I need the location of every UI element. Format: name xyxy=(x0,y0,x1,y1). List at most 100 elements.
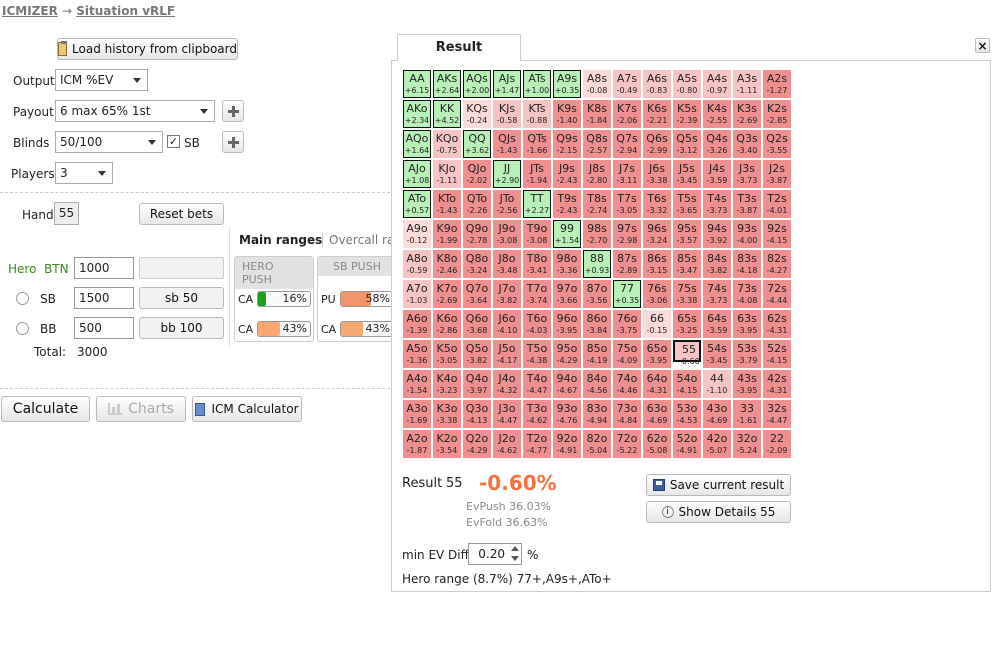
hand-cell[interactable]: 82s -4.27 xyxy=(763,250,791,278)
hand-cell[interactable]: J6s -3.38 xyxy=(643,160,671,188)
add-payout-plus-icon[interactable] xyxy=(222,100,244,122)
hand-cell[interactable]: 53o -4.53 xyxy=(673,400,701,428)
hand-cell[interactable]: 42s -4.31 xyxy=(763,370,791,398)
hand-cell[interactable]: T2o -4.77 xyxy=(523,430,551,458)
min-ev-input[interactable]: 0.20 xyxy=(468,543,522,565)
hand-cell[interactable]: 94s -3.92 xyxy=(703,220,731,248)
hand-cell[interactable]: A7o -1.03 xyxy=(403,280,431,308)
hand-cell[interactable]: AQs +2.00 xyxy=(463,70,491,98)
hand-cell[interactable]: Q5s -3.12 xyxy=(673,130,701,158)
hand-cell[interactable]: Q3s -3.40 xyxy=(733,130,761,158)
hand-cell[interactable]: T2s -4.01 xyxy=(763,190,791,218)
hand-cell[interactable]: 94o -4.67 xyxy=(553,370,581,398)
hand-cell[interactable]: JJ +2.90 xyxy=(493,160,521,188)
hand-cell[interactable]: 72s -4.44 xyxy=(763,280,791,308)
hand-cell[interactable]: 43o -4.69 xyxy=(703,400,731,428)
hand-cell[interactable]: K3s -2.69 xyxy=(733,100,761,128)
hand-cell[interactable]: 87o -3.56 xyxy=(583,280,611,308)
sb-stack-input[interactable]: 1500 xyxy=(74,287,134,309)
hand-cell[interactable]: Q4s -3.26 xyxy=(703,130,731,158)
hand-cell[interactable]: 74s -3.73 xyxy=(703,280,731,308)
breadcrumb-root-link[interactable]: ICMIZER xyxy=(2,4,58,18)
players-select[interactable]: 3 xyxy=(55,162,113,184)
hand-cell[interactable]: J9s -2.43 xyxy=(553,160,581,188)
btn-stack-input[interactable]: 1000 xyxy=(74,257,134,279)
hand-cell[interactable]: KJo -1.11 xyxy=(433,160,461,188)
hand-cell[interactable]: K2o -3.54 xyxy=(433,430,461,458)
hand-cell[interactable]: K7o -2.69 xyxy=(433,280,461,308)
hand-cell[interactable]: KJs -0.58 xyxy=(493,100,521,128)
hand-cell[interactable]: Q6s -2.99 xyxy=(643,130,671,158)
hand-cell[interactable]: T6o -4.03 xyxy=(523,310,551,338)
hand-cell[interactable]: QJs -1.43 xyxy=(493,130,521,158)
hand-cell[interactable]: J7s -3.11 xyxy=(613,160,641,188)
hand-cell[interactable]: T4o -4.47 xyxy=(523,370,551,398)
hand-cell[interactable]: TT +2.27 xyxy=(523,190,551,218)
hand-cell[interactable]: 75o -4.09 xyxy=(613,340,641,368)
hand-cell[interactable]: A7s -0.49 xyxy=(613,70,641,98)
hand-cell[interactable]: K8o -2.46 xyxy=(433,250,461,278)
hand-cell[interactable]: K9o -1.99 xyxy=(433,220,461,248)
save-result-button[interactable]: Save current result xyxy=(646,474,791,496)
hand-cell[interactable]: T8s -2.74 xyxy=(583,190,611,218)
hand-cell[interactable]: K9s -1.40 xyxy=(553,100,581,128)
hand-cell[interactable]: 76o -3.75 xyxy=(613,310,641,338)
hand-cell[interactable]: KTs -0.88 xyxy=(523,100,551,128)
hand-cell[interactable]: 65s -3.25 xyxy=(673,310,701,338)
spinner-up-icon[interactable] xyxy=(511,546,519,551)
sb-radio[interactable] xyxy=(16,292,29,305)
hand-cell[interactable]: A6s -0.83 xyxy=(643,70,671,98)
hand-cell[interactable]: Q9s -2.15 xyxy=(553,130,581,158)
hand-cell[interactable]: 73s -4.08 xyxy=(733,280,761,308)
hand-cell[interactable]: J2o -4.62 xyxy=(493,430,521,458)
hand-cell[interactable]: A3s -1.11 xyxy=(733,70,761,98)
hand-cell[interactable]: AKo +2.34 xyxy=(403,100,431,128)
tab-main-ranges[interactable]: Main ranges xyxy=(239,233,322,247)
hand-cell[interactable]: A8o -0.59 xyxy=(403,250,431,278)
bb-radio[interactable] xyxy=(16,322,29,335)
hand-cell[interactable]: KTo -1.43 xyxy=(433,190,461,218)
hand-cell[interactable]: J4o -4.32 xyxy=(493,370,521,398)
icm-calculator-button[interactable]: ICM Calculator xyxy=(192,396,302,422)
hand-cell[interactable]: 64s -3.59 xyxy=(703,310,731,338)
hand-cell[interactable]: J3s -3.73 xyxy=(733,160,761,188)
hand-cell[interactable]: AJs +1.47 xyxy=(493,70,521,98)
hand-cell[interactable]: 96o -3.95 xyxy=(553,310,581,338)
hand-cell[interactable]: J4s -3.59 xyxy=(703,160,731,188)
hand-cell[interactable]: 85o -4.19 xyxy=(583,340,611,368)
spinner-down-icon[interactable] xyxy=(511,556,519,561)
hand-cell[interactable]: A3o -1.69 xyxy=(403,400,431,428)
hand-cell[interactable]: J2s -3.87 xyxy=(763,160,791,188)
hand-cell[interactable]: T4s -3.73 xyxy=(703,190,731,218)
close-icon[interactable]: × xyxy=(975,38,990,53)
hand-cell[interactable]: 42o -5.07 xyxy=(703,430,731,458)
hand-cell[interactable]: T8o -3.41 xyxy=(523,250,551,278)
hand-cell[interactable]: AQo +1.64 xyxy=(403,130,431,158)
sb-bet-button[interactable]: sb 50 xyxy=(139,287,224,309)
hand-cell[interactable]: 95s -3.57 xyxy=(673,220,701,248)
hand-cell[interactable]: 83o -4.94 xyxy=(583,400,611,428)
hand-cell[interactable]: QJo -2.02 xyxy=(463,160,491,188)
hand-cell[interactable]: J3o -4.47 xyxy=(493,400,521,428)
hand-cell[interactable]: 96s -3.24 xyxy=(643,220,671,248)
hand-cell[interactable]: K4o -3.23 xyxy=(433,370,461,398)
hand-cell[interactable]: Q7o -3.64 xyxy=(463,280,491,308)
hand-cell[interactable]: 65o -3.95 xyxy=(643,340,671,368)
hand-cell[interactable]: 54s -3.45 xyxy=(703,340,731,368)
output-select[interactable]: ICM %EV xyxy=(55,69,148,91)
hand-cell[interactable]: T6s -3.32 xyxy=(643,190,671,218)
show-details-button[interactable]: i Show Details 55 xyxy=(646,501,791,523)
hand-cell[interactable]: T5o -4.38 xyxy=(523,340,551,368)
hand-cell[interactable]: Q2o -4.29 xyxy=(463,430,491,458)
hand-cell[interactable]: J7o -3.82 xyxy=(493,280,521,308)
hand-cell[interactable]: Q4o -3.97 xyxy=(463,370,491,398)
hand-cell[interactable]: 66 -0.15 xyxy=(643,310,671,338)
hand-cell[interactable]: Q8s -2.57 xyxy=(583,130,611,158)
hand-cell[interactable]: T3s -3.87 xyxy=(733,190,761,218)
hand-cell[interactable]: K5s -2.39 xyxy=(673,100,701,128)
hand-cell[interactable]: 52o -4.91 xyxy=(673,430,701,458)
hand-cell[interactable]: 64o -4.31 xyxy=(643,370,671,398)
tab-overcall-ranges[interactable]: Overcall ra xyxy=(322,233,394,247)
breadcrumb-current-link[interactable]: Situation vRLF xyxy=(76,4,175,18)
hand-cell[interactable]: 44 -1.10 xyxy=(703,370,731,398)
